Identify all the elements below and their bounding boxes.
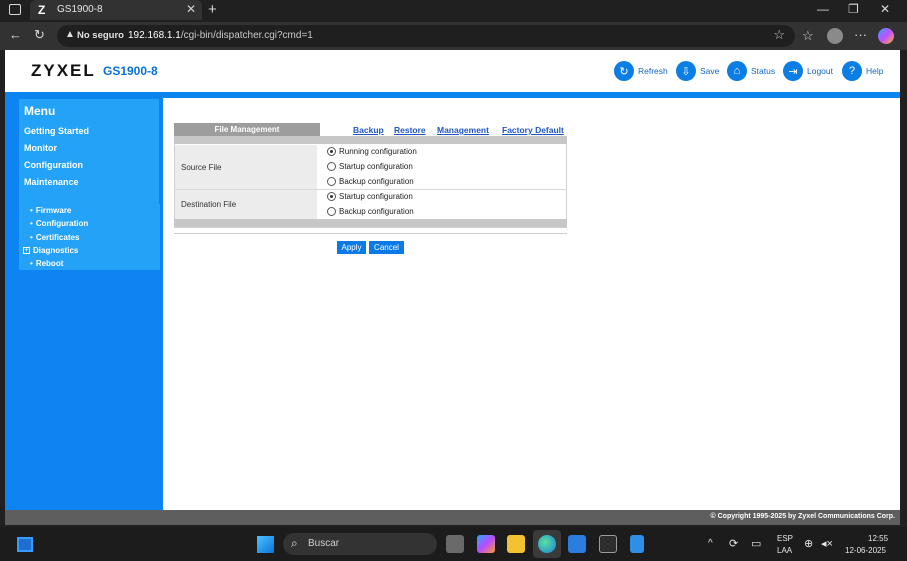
radio-selected-icon [327,147,336,156]
warning-icon: ▲ [65,29,75,40]
language-secondary[interactable]: LAA [777,546,792,555]
restore-icon[interactable]: ❐ [848,2,859,16]
url-text: 192.168.1.1/cgi-bin/dispatcher.cgi?cmd=1 [128,30,313,41]
reload-icon[interactable]: ↻ [34,27,45,43]
start-icon[interactable] [257,536,274,553]
tab-favicon: Z [38,3,46,17]
radio-icon [327,177,336,186]
menu-item-monitor[interactable]: Monitor [24,143,57,153]
edge-icon[interactable] [538,535,556,553]
language-primary[interactable]: ESP [777,534,793,543]
tray-expand-icon[interactable]: ^ [708,538,713,549]
taskbar-search[interactable]: ⌕ Buscar [283,533,437,555]
submenu-item-firmware[interactable]: • Firmware [30,206,71,215]
tab-title: GS1900-8 [57,4,103,15]
new-tab-icon[interactable]: + [208,1,217,18]
radio-icon [327,207,336,216]
link-factory-default[interactable]: Factory Default [502,125,564,135]
dest-startup-radio[interactable]: Startup configuration [327,192,413,201]
radio-selected-icon [327,192,336,201]
logout-icon: ⇥ [783,61,803,81]
source-file-label: Source File [175,145,317,189]
tab-close-icon[interactable]: ✕ [186,2,196,16]
refresh-icon: ↻ [614,61,634,81]
sync-icon[interactable]: ⟳ [729,537,738,550]
form-top-bar [174,136,567,144]
address-bar[interactable]: ▲ No seguro 192.168.1.1/cgi-bin/dispatch… [57,25,795,47]
more-options-icon[interactable]: ··· [854,27,867,42]
source-running-radio[interactable]: Running configuration [327,147,417,156]
link-backup[interactable]: Backup [353,125,384,135]
menu-item-maintenance[interactable]: Maintenance [24,177,79,187]
submenu-item-reboot[interactable]: • Reboot [30,259,63,268]
save-icon: ⇩ [676,61,696,81]
profile-avatar[interactable] [827,28,843,44]
menu-item-configuration[interactable]: Configuration [24,160,83,170]
notepad-icon[interactable] [630,535,644,553]
network-icon[interactable]: ⊕ [804,537,813,550]
logout-button[interactable]: ⇥ Logout [783,60,833,82]
volume-icon[interactable]: ◂× [821,537,833,550]
copyright-text: © Copyright 1995-2025 by Zyxel Communica… [710,513,895,520]
help-button[interactable]: ? Help [842,60,883,82]
favorites-icon[interactable]: ☆ [802,28,814,44]
search-icon: ⌕ [291,536,298,550]
menu-item-getting-started[interactable]: Getting Started [24,126,89,136]
battery-icon[interactable]: ▭ [751,537,761,550]
section-tab-file-management[interactable]: File Management [174,123,320,136]
submenu-item-configuration[interactable]: • Configuration [30,219,88,228]
radio-icon [327,162,336,171]
apply-button[interactable]: Apply [337,241,366,254]
form-bottom-bar [174,219,567,227]
store-icon[interactable] [568,535,586,553]
expand-icon[interactable]: + [23,247,30,254]
destination-file-label: Destination File [175,190,317,219]
source-backup-radio[interactable]: Backup configuration [327,177,414,186]
clock-date[interactable]: 12-06-2025 [845,546,886,555]
submenu-item-certificates[interactable]: • Certificates [30,233,79,242]
save-button[interactable]: ⇩ Save [676,60,719,82]
copilot-app-icon[interactable] [477,535,495,553]
form-separator [174,233,567,234]
widgets-icon[interactable] [17,537,33,552]
refresh-button[interactable]: ↻ Refresh [614,60,668,82]
file-explorer-icon[interactable] [507,535,525,553]
model-name: GS1900-8 [103,64,158,78]
link-management[interactable]: Management [437,125,489,135]
submenu-item-diagnostics[interactable]: Diagnostics [33,246,78,255]
window-close-icon[interactable]: ✕ [880,2,890,16]
clock-time[interactable]: 12:55 [868,534,888,543]
terminal-icon[interactable] [599,535,617,553]
copilot-icon[interactable] [878,28,894,44]
link-restore[interactable]: Restore [394,125,426,135]
status-icon: ⌂ [727,61,747,81]
dest-backup-radio[interactable]: Backup configuration [327,207,414,216]
security-label: No seguro [77,30,124,41]
source-startup-radio[interactable]: Startup configuration [327,162,413,171]
favorite-star-icon[interactable]: ☆ [773,27,785,43]
minimize-icon[interactable]: — [817,2,829,16]
brand-logo: ZYXEL [31,61,96,80]
tab-actions-icon[interactable] [9,4,21,15]
menu-title: Menu [24,104,56,118]
cancel-button[interactable]: Cancel [369,241,404,254]
browser-tab[interactable]: Z GS1900-8 ✕ [30,0,202,20]
task-view-icon[interactable] [446,535,464,553]
back-icon[interactable]: ← [9,27,22,42]
help-icon: ? [842,61,862,81]
status-button[interactable]: ⌂ Status [727,60,775,82]
